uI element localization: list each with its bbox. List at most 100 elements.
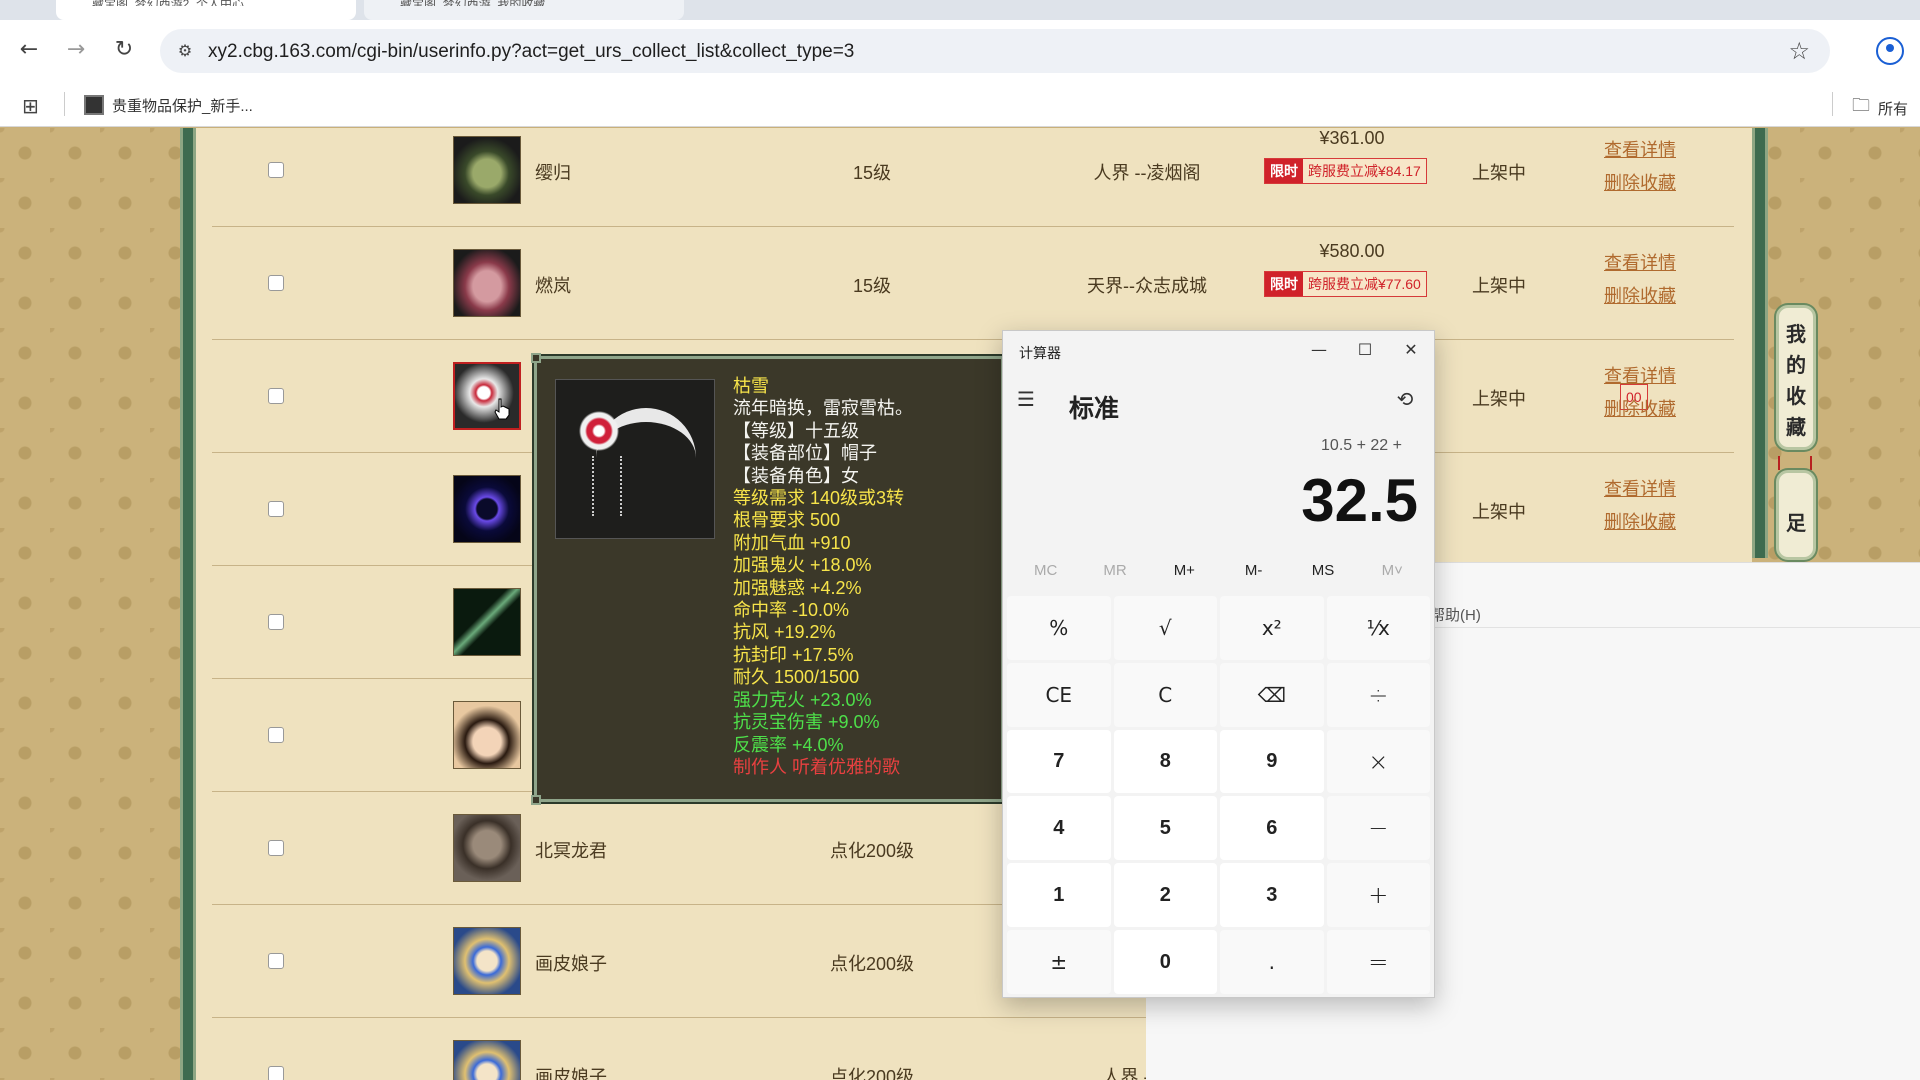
row-checkbox[interactable]: [268, 501, 284, 517]
view-details-link[interactable]: 查看详情: [1604, 475, 1676, 501]
remove-favorite-link[interactable]: 删除收藏: [1604, 169, 1676, 195]
square-button[interactable]: x²: [1220, 596, 1324, 660]
remove-favorite-link[interactable]: 删除收藏: [1604, 395, 1676, 421]
digit-0-button[interactable]: 0: [1113, 930, 1217, 994]
digit-4-button[interactable]: 4: [1007, 796, 1111, 861]
backspace-button[interactable]: ⌫: [1220, 662, 1324, 727]
view-details-link[interactable]: 查看详情: [1604, 136, 1676, 162]
digit-2-button[interactable]: 2: [1113, 863, 1217, 928]
clear-button[interactable]: C: [1113, 662, 1217, 727]
row-checkbox[interactable]: [268, 727, 284, 743]
memory-button[interactable]: MS: [1288, 556, 1357, 586]
digit-7-button[interactable]: 7: [1007, 729, 1111, 794]
item-name: 画皮娘子: [535, 954, 607, 974]
history-icon[interactable]: ⟲: [1392, 387, 1418, 413]
multiply-button[interactable]: ×: [1326, 729, 1430, 794]
remove-favorite-link[interactable]: 删除收藏: [1604, 282, 1676, 308]
ring-icon[interactable]: [453, 475, 521, 543]
mask-lady-icon[interactable]: [453, 1040, 521, 1080]
item-name: 画皮娘子: [535, 1067, 607, 1080]
dragon-lord-icon[interactable]: [453, 814, 521, 882]
equals-button[interactable]: =: [1326, 930, 1430, 994]
row-checkbox[interactable]: [268, 953, 284, 969]
tab-strip: 藏宝阁_梦幻西游2_个人中心 藏宝阁_梦幻西游_我的收藏: [0, 0, 1920, 20]
back-arrow-icon[interactable]: ←: [14, 35, 44, 65]
browser-tab[interactable]: 藏宝阁_梦幻西游_我的收藏: [364, 0, 684, 20]
digit-6-button[interactable]: 6: [1220, 796, 1324, 861]
divide-button[interactable]: ÷: [1326, 662, 1430, 727]
memory-button[interactable]: M-: [1219, 556, 1288, 586]
bookmark-star-icon[interactable]: ☆: [1788, 37, 1810, 65]
view-details-link[interactable]: 查看详情: [1604, 249, 1676, 275]
all-bookmarks-button[interactable]: 🗀 所有: [1852, 93, 1908, 123]
clear-entry-button[interactable]: CE: [1007, 662, 1111, 727]
mask-lady-icon[interactable]: [453, 927, 521, 995]
row-checkbox[interactable]: [268, 388, 284, 404]
row-checkbox[interactable]: [268, 275, 284, 291]
digit-8-button[interactable]: 8: [1113, 729, 1217, 794]
square-root-button[interactable]: √: [1113, 596, 1217, 660]
spear-icon[interactable]: [453, 588, 521, 656]
promo-tag: 限时: [1265, 159, 1303, 183]
decimal-button[interactable]: .: [1220, 930, 1324, 994]
digit-9-button[interactable]: 9: [1220, 729, 1324, 794]
site-settings-icon[interactable]: ⚙: [174, 40, 196, 62]
memory-button[interactable]: M˅: [1358, 556, 1427, 586]
digit-5-button[interactable]: 5: [1113, 796, 1217, 861]
tooltip-corner: [531, 795, 541, 805]
item-name: 北冥龙君: [535, 841, 607, 861]
promo-badge: 限时 跨服费立减¥84.17: [1264, 158, 1427, 184]
browser-tab-active[interactable]: 藏宝阁_梦幻西游2_个人中心: [56, 0, 356, 20]
item-level: 点化200级: [829, 841, 915, 861]
digit-1-button[interactable]: 1: [1007, 863, 1111, 928]
row-checkbox[interactable]: [268, 1066, 284, 1080]
help-menu[interactable]: 帮助(H): [1430, 604, 1481, 625]
address-bar[interactable]: ⚙ xy2.cbg.163.com/cgi-bin/userinfo.py?ac…: [160, 29, 1830, 73]
add-button[interactable]: +: [1326, 863, 1430, 928]
tooltip-line: 【装备部位】帽子: [733, 443, 877, 464]
bookmark-item[interactable]: 贵重物品保护_新手...: [84, 93, 253, 117]
tooltip-line: 反震率 +4.0%: [733, 734, 844, 755]
side-tab-char: 的: [1786, 355, 1806, 377]
listing-status: 上架中: [1472, 389, 1526, 409]
apps-grid-icon[interactable]: ⊞: [22, 94, 39, 118]
view-details-link[interactable]: 查看详情: [1604, 362, 1676, 388]
subtract-button[interactable]: −: [1326, 796, 1430, 861]
negate-button[interactable]: ±: [1007, 930, 1111, 994]
close-icon[interactable]: ✕: [1388, 335, 1434, 365]
reload-icon[interactable]: ↻: [109, 35, 139, 65]
reciprocal-button[interactable]: ¹⁄x: [1326, 596, 1430, 660]
hair-comb-icon[interactable]: [453, 362, 521, 430]
memory-button[interactable]: MR: [1080, 556, 1149, 586]
listing-status: 上架中: [1472, 502, 1526, 522]
girl-avatar-icon[interactable]: [453, 701, 521, 769]
tooltip-line: 耐久 1500/1500: [733, 667, 860, 688]
bookmark-label: 贵重物品保护_新手...: [112, 97, 253, 115]
memory-button[interactable]: MC: [1011, 556, 1080, 586]
row-checkbox[interactable]: [268, 614, 284, 630]
menu-divider: [1430, 627, 1920, 628]
calculator-mode: 标准: [1069, 395, 1120, 423]
hamburger-menu-icon[interactable]: ☰: [1017, 387, 1041, 411]
hair-comb-icon: [555, 379, 715, 539]
footprint-side-tab[interactable]: 足: [1776, 470, 1816, 560]
promo-text: 跨服费立减¥77.60: [1303, 272, 1426, 296]
calculator-title: 计算器: [1019, 345, 1061, 361]
table-row: 燃岚 15级 天界--众志成城 ¥580.00 限时 跨服费立减¥77.60 上架中 查看详情…: [212, 227, 1734, 340]
remove-favorite-link[interactable]: 删除收藏: [1604, 508, 1676, 534]
robe-icon[interactable]: [453, 249, 521, 317]
row-checkbox[interactable]: [268, 840, 284, 856]
boot-icon[interactable]: [453, 136, 521, 204]
digit-3-button[interactable]: 3: [1220, 863, 1324, 928]
my-collection-side-tab[interactable]: 我 的 收 藏: [1776, 305, 1816, 450]
profile-icon[interactable]: [1876, 37, 1904, 65]
tooltip-line: 等级需求 140级或3转: [733, 488, 905, 509]
row-checkbox[interactable]: [268, 162, 284, 178]
minimize-icon[interactable]: —: [1296, 335, 1342, 365]
maximize-icon[interactable]: ☐: [1342, 335, 1388, 365]
url-text[interactable]: xy2.cbg.163.com/cgi-bin/userinfo.py?act=…: [208, 41, 854, 63]
calculator-keypad: % √ x² ¹⁄x CE C ⌫ ÷ 7 8 9 × 4 5 6− 1 2 3 + ±0. =: [1007, 596, 1430, 994]
forward-arrow-icon[interactable]: →: [61, 35, 91, 65]
memory-button[interactable]: M+: [1150, 556, 1219, 586]
percent-button[interactable]: %: [1007, 596, 1111, 660]
